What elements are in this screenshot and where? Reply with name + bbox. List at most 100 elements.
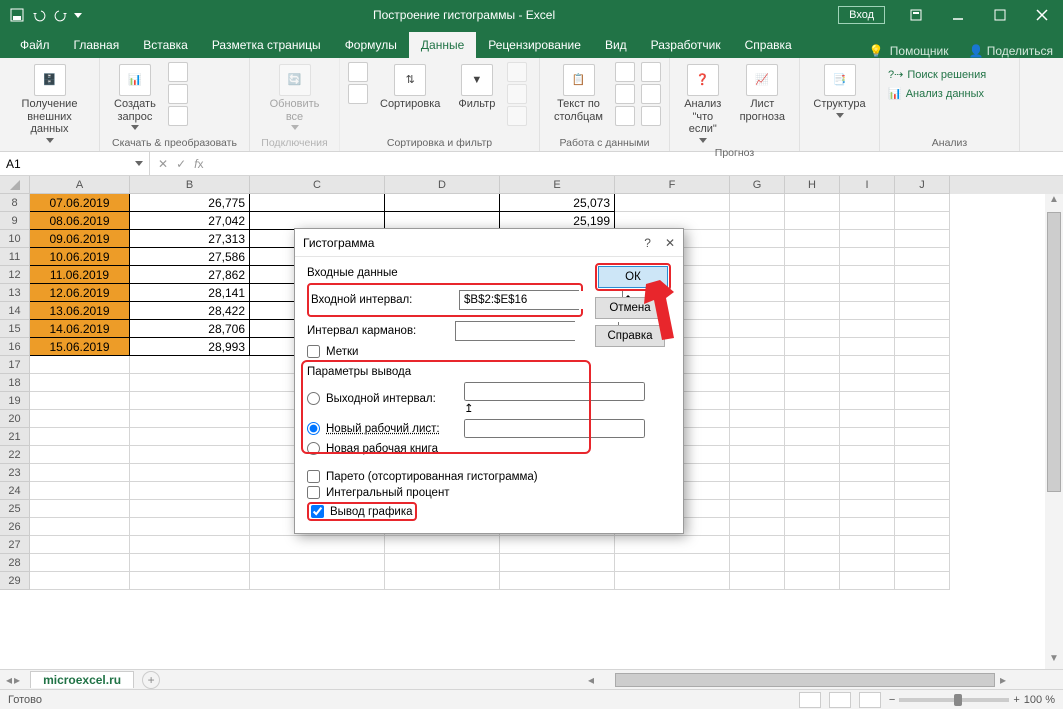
cell[interactable]: 10.06.2019	[30, 248, 130, 266]
table-row[interactable]: 28	[0, 554, 1063, 572]
cell[interactable]	[840, 266, 895, 284]
cell[interactable]	[785, 410, 840, 428]
cell[interactable]	[785, 464, 840, 482]
cell[interactable]	[895, 248, 950, 266]
vertical-scrollbar[interactable]: ▲ ▼	[1045, 194, 1063, 669]
col-header[interactable]: C	[250, 176, 385, 194]
cell[interactable]	[730, 356, 785, 374]
remove-dup-icon[interactable]	[615, 84, 635, 104]
col-header[interactable]: D	[385, 176, 500, 194]
cell[interactable]	[730, 230, 785, 248]
cell[interactable]	[730, 320, 785, 338]
col-header[interactable]: A	[30, 176, 130, 194]
maximize-button[interactable]	[979, 0, 1021, 30]
sort-button[interactable]: ⇅Сортировка	[374, 62, 446, 113]
chart-output-checkbox[interactable]	[311, 505, 324, 518]
cell[interactable]	[730, 248, 785, 266]
normal-view-icon[interactable]	[799, 692, 821, 708]
cell[interactable]	[840, 302, 895, 320]
col-header[interactable]: J	[895, 176, 950, 194]
row-header[interactable]: 25	[0, 500, 30, 518]
cell[interactable]	[840, 392, 895, 410]
cell[interactable]	[385, 536, 500, 554]
cell[interactable]	[840, 482, 895, 500]
cell[interactable]	[30, 410, 130, 428]
row-header[interactable]: 12	[0, 266, 30, 284]
sort-za-icon[interactable]	[348, 84, 368, 104]
cell[interactable]: 27,313	[130, 230, 250, 248]
cell[interactable]: 27,586	[130, 248, 250, 266]
cell[interactable]: 14.06.2019	[30, 320, 130, 338]
tab-developer[interactable]: Разработчик	[639, 32, 733, 58]
cell[interactable]	[730, 518, 785, 536]
dialog-help-icon[interactable]: ?	[644, 236, 651, 250]
tab-help[interactable]: Справка	[733, 32, 804, 58]
cell[interactable]	[840, 554, 895, 572]
cell[interactable]: 28,993	[130, 338, 250, 356]
fx-icon[interactable]: fx	[194, 157, 203, 171]
cell[interactable]	[730, 302, 785, 320]
pareto-checkbox[interactable]	[307, 470, 320, 483]
row-header[interactable]: 16	[0, 338, 30, 356]
cell[interactable]	[130, 392, 250, 410]
tell-me[interactable]: Помощник	[890, 44, 949, 58]
cell[interactable]	[895, 302, 950, 320]
row-header[interactable]: 27	[0, 536, 30, 554]
get-external-data-button[interactable]: 🗄️Получение внешних данных	[8, 62, 91, 145]
row-header[interactable]: 22	[0, 446, 30, 464]
data-analysis-button[interactable]: 📊Анализ данных	[888, 85, 1011, 102]
col-header[interactable]: E	[500, 176, 615, 194]
cell[interactable]: 25,073	[500, 194, 615, 212]
row-header[interactable]: 13	[0, 284, 30, 302]
select-all-corner[interactable]	[0, 176, 30, 194]
scroll-right-icon[interactable]: ▸	[995, 673, 1011, 687]
cell[interactable]: 28,422	[130, 302, 250, 320]
tab-formulas[interactable]: Формулы	[333, 32, 409, 58]
solver-button[interactable]: ?⇢Поиск решения	[888, 66, 1011, 83]
cell[interactable]	[840, 320, 895, 338]
cell[interactable]: 08.06.2019	[30, 212, 130, 230]
row-header[interactable]: 8	[0, 194, 30, 212]
cell[interactable]	[730, 338, 785, 356]
col-header[interactable]: G	[730, 176, 785, 194]
cell[interactable]	[130, 572, 250, 590]
cell[interactable]	[130, 536, 250, 554]
table-row[interactable]: 8 07.06.2019 26,775 25,073	[0, 194, 1063, 212]
row-header[interactable]: 9	[0, 212, 30, 230]
cell[interactable]	[840, 230, 895, 248]
cell[interactable]	[615, 554, 730, 572]
help-button[interactable]: Справка	[595, 325, 665, 347]
cell[interactable]	[615, 194, 730, 212]
scroll-up-icon[interactable]: ▲	[1045, 194, 1063, 210]
cancel-formula-icon[interactable]: ✕	[158, 157, 168, 171]
recent-sources-icon[interactable]	[168, 106, 188, 126]
cell[interactable]	[785, 266, 840, 284]
forecast-button[interactable]: 📈Лист прогноза	[734, 62, 791, 125]
cell[interactable]	[130, 356, 250, 374]
col-header[interactable]: H	[785, 176, 840, 194]
cell[interactable]	[785, 572, 840, 590]
cell[interactable]: 27,862	[130, 266, 250, 284]
from-table-icon[interactable]	[168, 84, 188, 104]
cell[interactable]	[840, 428, 895, 446]
row-header[interactable]: 11	[0, 248, 30, 266]
cell[interactable]	[840, 194, 895, 212]
cell[interactable]	[785, 482, 840, 500]
cell[interactable]	[730, 212, 785, 230]
labels-checkbox[interactable]	[307, 345, 320, 358]
row-header[interactable]: 26	[0, 518, 30, 536]
ribbon-options-icon[interactable]	[895, 0, 937, 30]
col-header[interactable]: B	[130, 176, 250, 194]
cell[interactable]	[30, 500, 130, 518]
manage-model-icon[interactable]	[641, 106, 661, 126]
cell[interactable]	[785, 248, 840, 266]
cell[interactable]	[130, 428, 250, 446]
table-row[interactable]: 29	[0, 572, 1063, 590]
cell[interactable]	[840, 338, 895, 356]
cell[interactable]	[385, 194, 500, 212]
cell[interactable]: 26,775	[130, 194, 250, 212]
cell[interactable]	[840, 374, 895, 392]
cell[interactable]	[30, 464, 130, 482]
cell[interactable]	[785, 554, 840, 572]
cell[interactable]	[615, 572, 730, 590]
